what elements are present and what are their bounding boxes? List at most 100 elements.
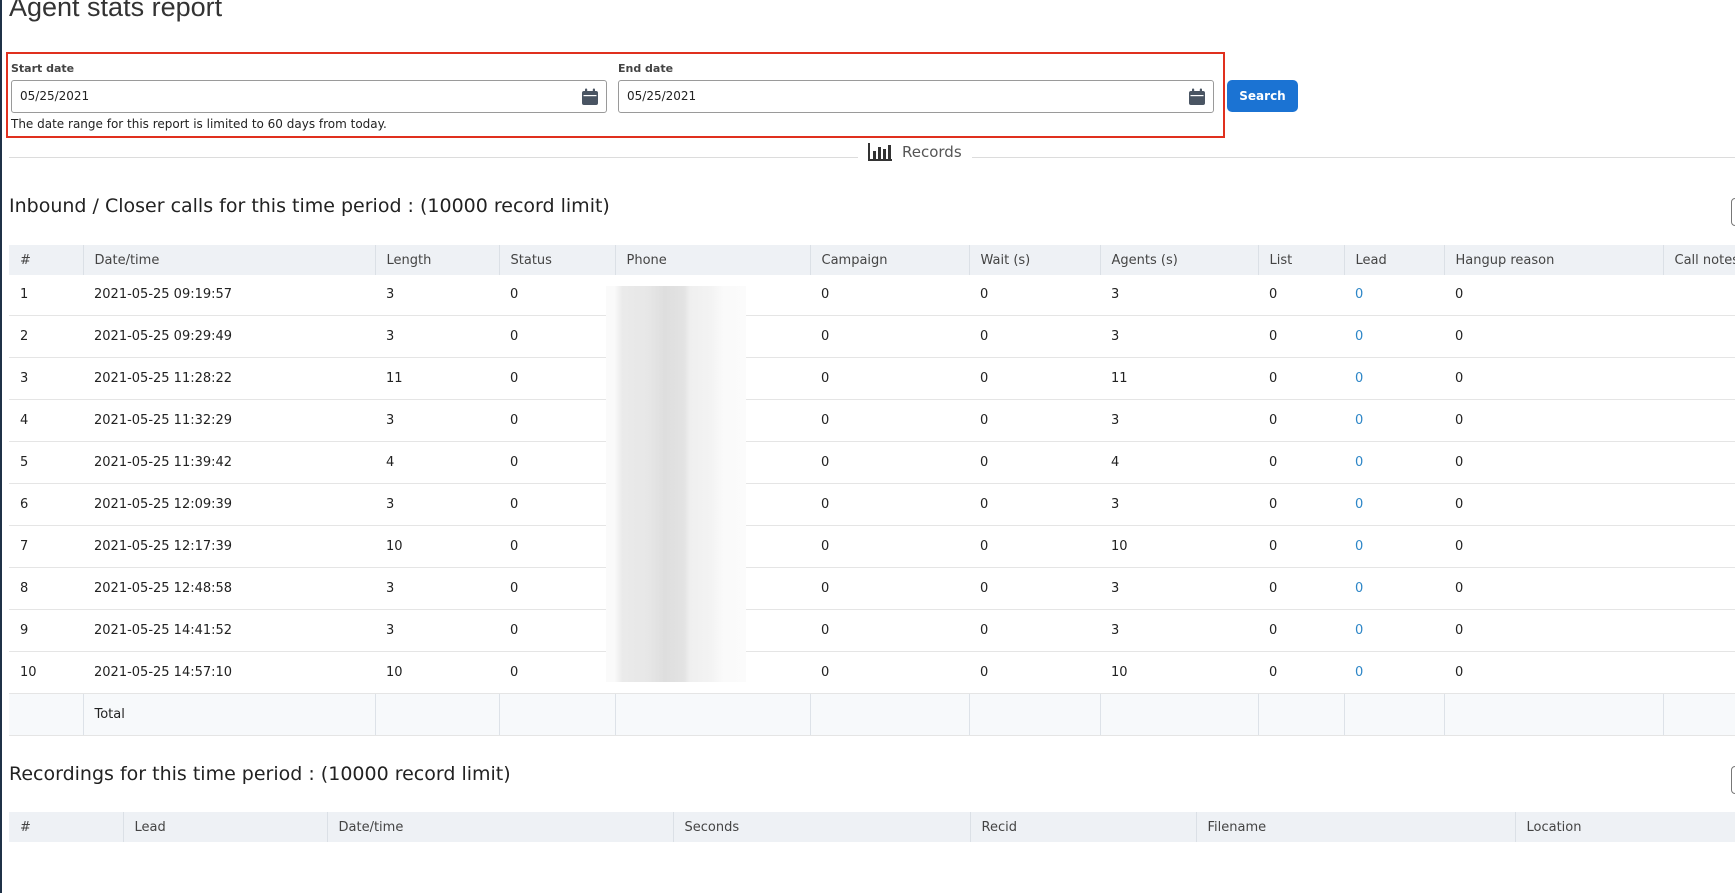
cell-agents-s: 3: [1100, 315, 1258, 358]
bar-chart-icon: [868, 143, 892, 161]
cell-campaign: 0: [810, 651, 969, 694]
lead-link[interactable]: 0: [1355, 497, 1363, 512]
cell-status: 0: [499, 399, 615, 442]
cell-wait-s: 0: [969, 275, 1100, 316]
column-header-lead[interactable]: Lead: [122, 812, 327, 842]
cell-call-notes: [1663, 651, 1735, 694]
page-title: Agent stats report: [9, 0, 223, 22]
cell-date-time: 2021-05-25 12:48:58: [83, 567, 375, 610]
calls-export-button[interactable]: [1731, 198, 1735, 226]
total-cell: [1099, 692, 1258, 736]
column-header-wait-s[interactable]: Wait (s): [968, 245, 1100, 275]
cell-number: 1: [9, 275, 83, 316]
column-header-length[interactable]: Length: [374, 245, 499, 275]
cell-status: 0: [499, 441, 615, 484]
lead-link[interactable]: 0: [1355, 287, 1363, 302]
cell-number: 6: [9, 483, 83, 526]
column-header-campaign[interactable]: Campaign: [809, 245, 969, 275]
cell-hangup-reason: 0: [1444, 525, 1663, 568]
cell-number: 5: [9, 441, 83, 484]
calls-table: # Date/time Length Status Phone Campaign Wait …: [9, 245, 1735, 736]
lead-link[interactable]: 0: [1355, 413, 1363, 428]
recordings-section-title: Recordings for this time period : (10000…: [9, 763, 511, 785]
total-cell: [809, 692, 969, 736]
column-header-filename[interactable]: Filename: [1195, 812, 1515, 842]
lead-link[interactable]: 0: [1355, 623, 1363, 638]
cell-wait-s: 0: [969, 525, 1100, 568]
cell-agents-s: 3: [1100, 399, 1258, 442]
cell-date-time: 2021-05-25 09:29:49: [83, 315, 375, 358]
lead-link[interactable]: 0: [1355, 455, 1363, 470]
cell-list: 0: [1258, 441, 1344, 484]
cell-campaign: 0: [810, 567, 969, 610]
cell-wait-s: 0: [969, 609, 1100, 652]
column-header-seconds[interactable]: Seconds: [672, 812, 970, 842]
cell-date-time: 2021-05-25 11:32:29: [83, 399, 375, 442]
lead-link[interactable]: 0: [1355, 329, 1363, 344]
column-header-hangup-reason[interactable]: Hangup reason: [1443, 245, 1663, 275]
cell-length: 10: [375, 525, 499, 568]
cell-agents-s: 3: [1100, 275, 1258, 316]
table-row: 2 2021-05-25 09:29:49 3 0 0 0 3 0 0 0: [9, 315, 1735, 358]
recordings-export-button[interactable]: [1731, 766, 1735, 794]
column-header-recid[interactable]: Recid: [969, 812, 1196, 842]
cell-status: 0: [499, 525, 615, 568]
calls-total-row: Total: [9, 692, 1735, 736]
cell-list: 0: [1258, 315, 1344, 358]
start-date-input[interactable]: 05/25/2021: [11, 80, 607, 113]
cell-call-notes: [1663, 609, 1735, 652]
cell-hangup-reason: 0: [1444, 441, 1663, 484]
column-header-phone[interactable]: Phone: [614, 245, 810, 275]
search-button[interactable]: Search: [1227, 80, 1298, 112]
cell-agents-s: 3: [1100, 483, 1258, 526]
cell-wait-s: 0: [969, 483, 1100, 526]
column-header-agents-s[interactable]: Agents (s): [1099, 245, 1258, 275]
cell-status: 0: [499, 357, 615, 400]
cell-campaign: 0: [810, 275, 969, 316]
column-header-status[interactable]: Status: [498, 245, 615, 275]
cell-lead: 0: [1344, 275, 1444, 316]
cell-list: 0: [1258, 609, 1344, 652]
cell-lead: 0: [1344, 651, 1444, 694]
column-header-number[interactable]: #: [9, 245, 83, 275]
cell-date-time: 2021-05-25 12:09:39: [83, 483, 375, 526]
cell-list: 0: [1258, 399, 1344, 442]
calendar-icon[interactable]: [581, 88, 599, 106]
cell-lead: 0: [1344, 525, 1444, 568]
calendar-icon[interactable]: [1188, 88, 1206, 106]
cell-lead: 0: [1344, 357, 1444, 400]
column-header-call-notes[interactable]: Call notes: [1662, 245, 1735, 275]
cell-number: 2: [9, 315, 83, 358]
lead-link[interactable]: 0: [1355, 539, 1363, 554]
cell-agents-s: 3: [1100, 609, 1258, 652]
lead-link[interactable]: 0: [1355, 665, 1363, 680]
lead-link[interactable]: 0: [1355, 581, 1363, 596]
column-header-lead[interactable]: Lead: [1343, 245, 1444, 275]
cell-lead: 0: [1344, 315, 1444, 358]
cell-length: 3: [375, 483, 499, 526]
cell-call-notes: [1663, 315, 1735, 358]
cell-hangup-reason: 0: [1444, 275, 1663, 316]
total-cell: [614, 692, 810, 736]
date-filter-panel: Start date 05/25/2021 End date 05/25/202…: [6, 52, 1225, 138]
cell-length: 10: [375, 651, 499, 694]
cell-length: 3: [375, 609, 499, 652]
column-header-date-time[interactable]: Date/time: [82, 245, 375, 275]
cell-hangup-reason: 0: [1444, 651, 1663, 694]
lead-link[interactable]: 0: [1355, 371, 1363, 386]
cell-status: 0: [499, 275, 615, 316]
cell-wait-s: 0: [969, 357, 1100, 400]
cell-call-notes: [1663, 399, 1735, 442]
column-header-location[interactable]: Location: [1514, 812, 1735, 842]
cell-lead: 0: [1344, 441, 1444, 484]
end-date-input[interactable]: 05/25/2021: [618, 80, 1214, 113]
column-header-list[interactable]: List: [1257, 245, 1344, 275]
end-date-label: End date: [618, 62, 674, 75]
cell-date-time: 2021-05-25 12:17:39: [83, 525, 375, 568]
column-header-date-time[interactable]: Date/time: [326, 812, 673, 842]
end-date-value: 05/25/2021: [627, 89, 697, 103]
cell-status: 0: [499, 315, 615, 358]
column-header-number[interactable]: #: [9, 812, 123, 842]
cell-call-notes: [1663, 275, 1735, 316]
cell-length: 3: [375, 315, 499, 358]
